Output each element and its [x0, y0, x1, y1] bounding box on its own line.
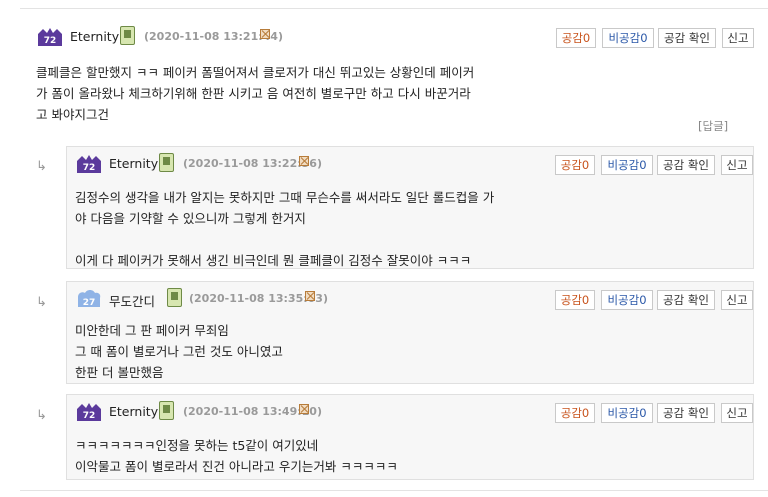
level-badge-icon: 72 — [77, 403, 101, 421]
like-check-button[interactable]: 공감 확인 — [658, 28, 716, 48]
author-nick[interactable]: 무도간디 — [109, 291, 155, 310]
dislike-button[interactable]: 비공감0 — [602, 28, 654, 48]
report-button[interactable]: 신고 — [721, 403, 753, 423]
report-button[interactable]: 신고 — [721, 290, 753, 310]
reply-comment-1: 72 Eternity (2020-11-08 13:22:56) 공감0 비공… — [66, 146, 754, 269]
x-box-icon[interactable] — [299, 404, 309, 414]
level-badge-icon: 72 — [77, 155, 101, 173]
like-button[interactable]: 공감0 — [556, 28, 596, 48]
x-box-icon[interactable] — [299, 156, 309, 166]
svg-text:27: 27 — [83, 298, 96, 308]
comment-body: 클페클은 할만했지 ㅋㅋ 페이커 폼떨어져서 클로저가 대신 뛰고있는 상황인데… — [36, 65, 475, 122]
like-button[interactable]: 공감0 — [555, 403, 595, 423]
report-button[interactable]: 신고 — [722, 28, 754, 48]
svg-text:72: 72 — [83, 163, 96, 173]
comment-body: ㅋㅋㅋㅋㅋㅋㅋ인정을 못하는 t5같이 여기있네 이악물고 폼이 별로라서 진건… — [75, 438, 398, 474]
dislike-button[interactable]: 비공감0 — [601, 155, 653, 175]
like-check-button[interactable]: 공감 확인 — [657, 403, 715, 423]
dislike-button[interactable]: 비공감0 — [601, 290, 653, 310]
level-badge-icon: 27 — [78, 290, 101, 308]
report-button[interactable]: 신고 — [721, 155, 753, 175]
reply-arrow-icon: ↳ — [36, 408, 47, 423]
author-nick[interactable]: Eternity — [109, 156, 158, 171]
svg-text:72: 72 — [83, 411, 96, 421]
reply-comment-2: 27 무도간디 (2020-11-08 13:35:03) 공감0 비공감0 공… — [66, 281, 754, 384]
svg-text:72: 72 — [44, 36, 57, 46]
comment-body: 미안한데 그 판 페이커 무죄임 그 때 폼이 별로거나 그런 것도 아니였고 … — [75, 323, 283, 380]
comment-1: 72 Eternity (2020-11-08 13:21:44) 공감0 비공… — [36, 26, 754, 136]
mobile-phone-icon — [120, 26, 135, 45]
comment-header: 72 Eternity (2020-11-08 13:49:10) 공감0 비공… — [75, 401, 753, 425]
comment-body: 김정수의 생각을 내가 알지는 못하지만 그때 무슨수를 써서라도 일단 롤드컵… — [75, 190, 495, 268]
x-box-icon[interactable] — [260, 29, 270, 39]
author-nick[interactable]: Eternity — [109, 404, 158, 419]
comment-header: 72 Eternity (2020-11-08 13:21:44) 공감0 비공… — [36, 26, 754, 50]
mobile-phone-icon — [159, 153, 174, 172]
reply-link[interactable]: [답글] — [698, 118, 728, 134]
mobile-phone-icon — [159, 401, 174, 420]
like-button[interactable]: 공감0 — [555, 290, 595, 310]
bottom-divider — [20, 490, 768, 491]
like-check-button[interactable]: 공감 확인 — [657, 155, 715, 175]
reply-arrow-icon: ↳ — [36, 295, 47, 310]
mobile-phone-icon — [167, 288, 182, 307]
like-button[interactable]: 공감0 — [555, 155, 595, 175]
reply-comment-3: 72 Eternity (2020-11-08 13:49:10) 공감0 비공… — [66, 394, 754, 480]
comment-header: 72 Eternity (2020-11-08 13:22:56) 공감0 비공… — [75, 153, 753, 177]
like-check-button[interactable]: 공감 확인 — [657, 290, 715, 310]
top-divider — [20, 8, 768, 9]
x-box-icon[interactable] — [305, 291, 315, 301]
reply-arrow-icon: ↳ — [36, 159, 47, 174]
level-badge-icon: 72 — [38, 28, 62, 46]
author-nick[interactable]: Eternity — [70, 29, 119, 44]
comment-header: 27 무도간디 (2020-11-08 13:35:03) 공감0 비공감0 공… — [75, 288, 753, 312]
dislike-button[interactable]: 비공감0 — [601, 403, 653, 423]
